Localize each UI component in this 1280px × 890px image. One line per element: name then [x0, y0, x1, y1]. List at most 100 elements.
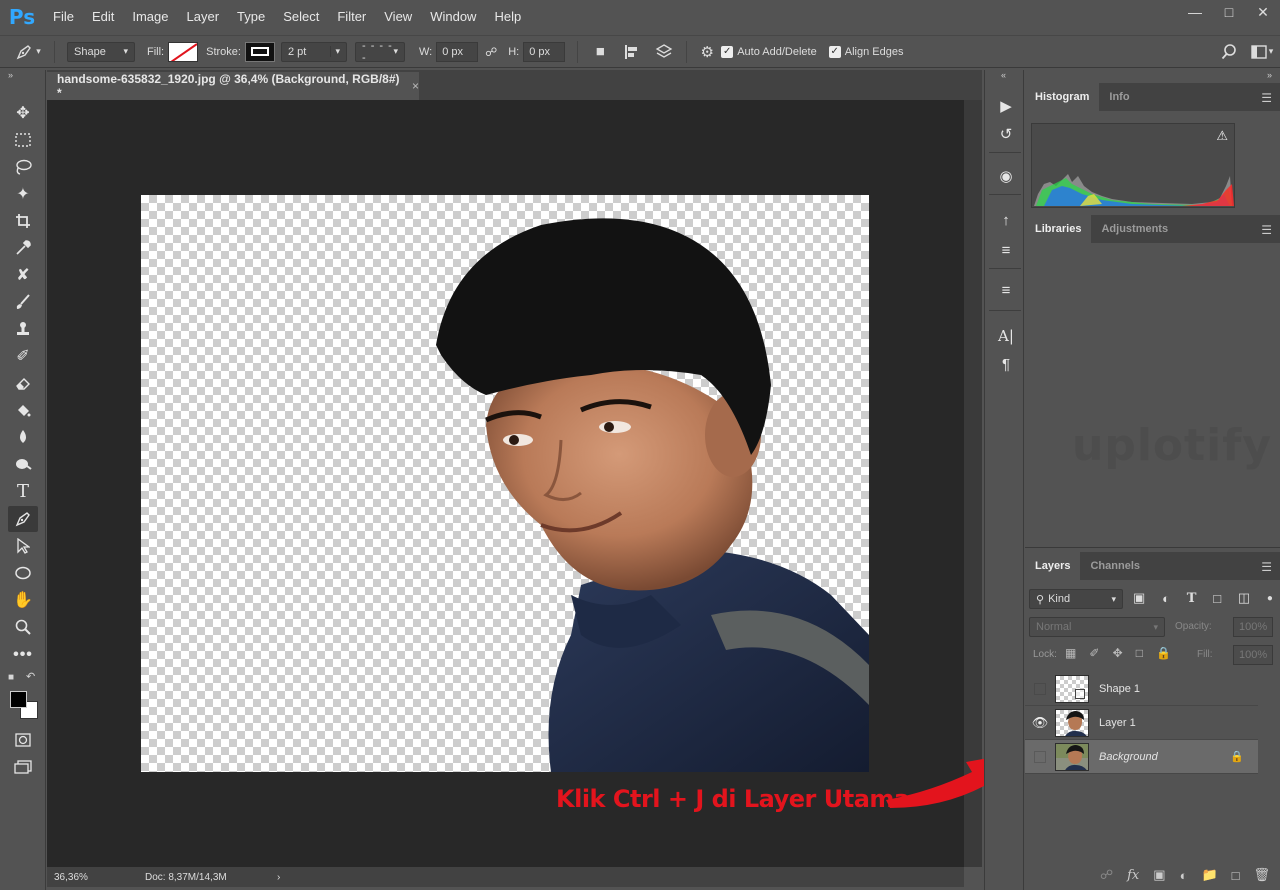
lock-pixels-icon[interactable]: ✐: [1089, 646, 1099, 660]
more-tools-icon[interactable]: •••: [8, 642, 38, 668]
move-tool-icon[interactable]: ✥: [8, 100, 38, 126]
paint-bucket-tool-icon[interactable]: [8, 397, 38, 423]
path-alignment-icon[interactable]: [616, 44, 648, 60]
type-layer-filter-icon[interactable]: T: [1187, 591, 1197, 606]
path-selection-tool-icon[interactable]: [8, 533, 38, 559]
shape-layer-filter-icon[interactable]: □: [1213, 591, 1221, 606]
history-icon[interactable]: ↺: [993, 122, 1019, 146]
opacity-input[interactable]: 100%: [1233, 617, 1273, 637]
fill-input[interactable]: 100%: [1233, 645, 1273, 665]
layer-name[interactable]: Shape 1: [1099, 683, 1140, 695]
foreground-color-swatch[interactable]: [10, 691, 27, 708]
eyedropper-tool-icon[interactable]: [8, 235, 38, 261]
screen-mode-icon[interactable]: [8, 754, 38, 780]
type-tool-icon[interactable]: T: [8, 478, 38, 504]
visibility-toggle[interactable]: [1025, 740, 1055, 774]
link-dimensions-icon[interactable]: ☍: [478, 45, 504, 59]
blend-mode-select[interactable]: Normal ▾: [1029, 617, 1165, 637]
quick-mask-icon[interactable]: [8, 727, 38, 753]
layers-panel-menu-icon[interactable]: ☰: [1261, 560, 1272, 574]
tab-info[interactable]: Info: [1099, 83, 1139, 111]
ellipse-tool-icon[interactable]: [8, 560, 38, 586]
layer-name[interactable]: Layer 1: [1099, 717, 1136, 729]
collapse-toolbar-icon[interactable]: »: [8, 70, 13, 80]
gear-icon[interactable]: ⚙: [693, 43, 721, 61]
layer-style-icon[interactable]: fx: [1127, 868, 1139, 883]
link-layers-icon[interactable]: ☍: [1100, 867, 1113, 883]
layer-row-layer-1[interactable]: 👁 Layer 1: [1025, 706, 1258, 740]
menu-window[interactable]: Window: [421, 0, 485, 34]
lock-position-icon[interactable]: ✥: [1113, 646, 1123, 660]
layer-name[interactable]: Background: [1099, 751, 1158, 763]
warning-icon[interactable]: ⚠: [1216, 128, 1228, 144]
lock-transparent-icon[interactable]: ▦: [1065, 646, 1076, 660]
new-adjustment-layer-icon[interactable]: ◐: [1180, 868, 1188, 883]
height-input[interactable]: 0 px: [523, 41, 566, 62]
lasso-tool-icon[interactable]: [8, 154, 38, 180]
close-document-icon[interactable]: ×: [412, 79, 419, 93]
healing-brush-tool-icon[interactable]: ✘: [8, 262, 38, 288]
restore-button[interactable]: □: [1212, 0, 1246, 24]
delete-layer-icon[interactable]: 🗑: [1253, 867, 1270, 883]
menu-select[interactable]: Select: [274, 0, 328, 34]
tool-mode-select[interactable]: Shape ▾: [67, 41, 135, 62]
path-arrangement-icon[interactable]: [648, 43, 680, 61]
3d-icon[interactable]: ◉: [993, 164, 1019, 188]
brush-tool-icon[interactable]: [8, 289, 38, 315]
marquee-tool-icon[interactable]: [8, 127, 38, 153]
document-canvas[interactable]: [141, 195, 869, 772]
align-edges-checkbox[interactable]: ✓: [828, 45, 841, 58]
paragraph-panel-icon[interactable]: ¶: [993, 352, 1019, 376]
auto-add-delete-checkbox[interactable]: ✓: [721, 45, 734, 58]
pen-tool-icon[interactable]: [8, 506, 38, 532]
menu-edit[interactable]: Edit: [83, 0, 123, 34]
tab-libraries[interactable]: Libraries: [1025, 215, 1092, 243]
lock-artboard-icon[interactable]: □: [1136, 646, 1143, 660]
layer-row-background[interactable]: Background 🔒: [1025, 740, 1258, 774]
path-operations-icon[interactable]: ■: [584, 43, 616, 60]
layer-filter-select[interactable]: ⚲ Kind ▾: [1029, 589, 1123, 609]
minimize-button[interactable]: —: [1178, 0, 1212, 24]
stroke-width-field[interactable]: 2 pt ▾: [280, 41, 347, 62]
zoom-level[interactable]: 36,36%: [47, 872, 107, 883]
tab-histogram[interactable]: Histogram: [1025, 83, 1100, 111]
adjust-sliders-icon[interactable]: ≡: [993, 238, 1019, 262]
menu-filter[interactable]: Filter: [328, 0, 375, 34]
new-group-icon[interactable]: 📁: [1201, 867, 1217, 883]
filter-toggle-icon[interactable]: ●: [1267, 593, 1273, 604]
histogram-panel-menu-icon[interactable]: ☰: [1261, 91, 1272, 105]
new-layer-icon[interactable]: □: [1232, 868, 1240, 883]
crop-tool-icon[interactable]: [8, 208, 38, 234]
actions-play-icon[interactable]: ▶: [993, 94, 1019, 118]
adjustment-layer-filter-icon[interactable]: ◐: [1162, 591, 1170, 606]
collapse-right-panels-icon[interactable]: »: [1267, 70, 1272, 80]
stroke-swatch[interactable]: [244, 41, 275, 62]
tab-adjustments[interactable]: Adjustments: [1091, 215, 1178, 243]
pen-tool-preset-icon[interactable]: ▾: [8, 43, 48, 61]
smart-object-filter-icon[interactable]: ◫: [1238, 590, 1250, 606]
search-icon[interactable]: [1214, 43, 1244, 60]
brush-presets-icon[interactable]: ↑: [993, 208, 1019, 232]
magic-wand-tool-icon[interactable]: ✦: [8, 181, 38, 207]
status-menu-icon[interactable]: ›: [277, 872, 280, 883]
fill-swatch[interactable]: [168, 41, 199, 62]
tab-channels[interactable]: Channels: [1080, 552, 1150, 580]
tab-layers[interactable]: Layers: [1025, 552, 1081, 580]
menu-image[interactable]: Image: [123, 0, 177, 34]
pixel-layer-filter-icon[interactable]: ▣: [1133, 590, 1145, 606]
menu-help[interactable]: Help: [485, 0, 530, 34]
menu-file[interactable]: File: [44, 0, 83, 34]
default-colors-icon[interactable]: ■: [8, 672, 14, 683]
menu-layer[interactable]: Layer: [178, 0, 229, 34]
history-brush-tool-icon[interactable]: ✐: [8, 343, 38, 369]
clone-stamp-tool-icon[interactable]: [8, 316, 38, 342]
visibility-toggle[interactable]: 👁: [1025, 706, 1055, 740]
layer-row-shape-1[interactable]: Shape 1: [1025, 672, 1258, 706]
visibility-toggle[interactable]: [1025, 672, 1055, 706]
add-mask-icon[interactable]: ▣: [1153, 867, 1165, 883]
clone-source-icon[interactable]: ≡: [993, 278, 1019, 302]
libraries-panel-menu-icon[interactable]: ☰: [1261, 223, 1272, 237]
close-button[interactable]: ✕: [1246, 0, 1280, 24]
menu-type[interactable]: Type: [228, 0, 274, 34]
width-input[interactable]: 0 px: [436, 41, 479, 62]
